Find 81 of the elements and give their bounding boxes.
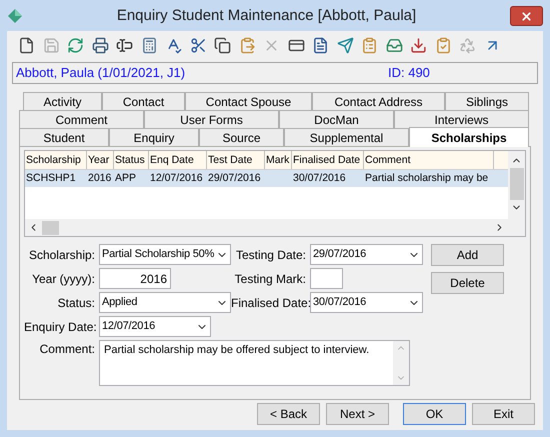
toolbar-button[interactable]	[188, 36, 208, 54]
tab[interactable]: Interviews	[394, 110, 529, 128]
dialog-button[interactable]: Exit	[472, 403, 535, 425]
column-header[interactable]: Status	[114, 151, 149, 169]
column-header[interactable]: Enq Date	[149, 151, 207, 169]
scrollbar-thumb[interactable]	[510, 168, 524, 200]
tab[interactable]: User Forms	[144, 110, 279, 128]
student-id: ID: 490	[388, 64, 430, 82]
tray-icon	[386, 36, 402, 54]
tab[interactable]: Student	[19, 128, 109, 146]
tab[interactable]: DocMan	[279, 110, 394, 128]
save-icon	[42, 36, 60, 54]
download-icon	[410, 36, 427, 54]
send-icon	[336, 36, 354, 54]
student-summary: Abbott, Paula (1/01/2021, J1)	[16, 64, 186, 82]
scrollbar-thumb[interactable]	[42, 220, 59, 234]
column-header[interactable]: Mark	[265, 151, 292, 169]
app-logo-icon	[7, 8, 23, 24]
column-header[interactable]: Year	[87, 151, 114, 169]
dialog-button[interactable]: Add	[431, 244, 504, 266]
field-label: Testing Mark:	[234, 270, 307, 288]
dropdown-field[interactable]: Applied	[99, 292, 231, 313]
tab[interactable]: Scholarships	[409, 127, 529, 147]
tab[interactable]: Activity	[23, 92, 102, 110]
tab[interactable]: Source	[199, 128, 284, 146]
dropdown-field[interactable]: Partial Scholarship 50%	[99, 244, 231, 265]
paste-icon	[238, 36, 256, 54]
file-icon	[18, 36, 35, 54]
dropdown-field[interactable]: 12/07/2016	[99, 316, 211, 337]
field-label: Comment:	[38, 341, 96, 358]
clipboard-check-icon	[434, 36, 452, 54]
tab[interactable]: Contact	[102, 92, 185, 110]
dialog-button[interactable]: < Back	[257, 403, 320, 425]
toolbar-button[interactable]	[409, 36, 428, 54]
table-cell-text: 30/07/2016	[292, 171, 347, 186]
dialog-button[interactable]: OK	[403, 403, 466, 425]
column-header[interactable]: Finalised Date	[292, 151, 364, 169]
document-icon	[312, 36, 329, 54]
column-header[interactable]: Test Date	[207, 151, 265, 169]
copy-icon	[214, 36, 231, 54]
toolbar-button[interactable]	[90, 36, 110, 54]
tab[interactable]: Contact Address	[312, 92, 445, 110]
refresh-icon	[67, 36, 84, 54]
tab[interactable]: Contact Spouse	[185, 92, 312, 110]
scissors-icon	[190, 36, 206, 54]
close-icon	[520, 10, 533, 22]
toolbar-button[interactable]	[311, 36, 330, 54]
text-field-icon	[116, 36, 133, 54]
table-row[interactable]: SCHSHP1 2016 APP 12/07/2016 29/07/2016 30/07/2016 Partial scholarship may be	[25, 170, 508, 187]
calculator-icon	[140, 36, 158, 54]
tab[interactable]: Siblings	[445, 92, 529, 110]
tab[interactable]: Comment	[19, 110, 144, 128]
field-label: Testing Date:	[234, 246, 307, 264]
toolbar-button[interactable]	[17, 36, 36, 54]
table-cell-text: 29/07/2016	[207, 171, 262, 186]
window-title: Enquiry Student Maintenance [Abbott, Paula]	[116, 6, 418, 26]
field-label: Enquiry Date:	[24, 318, 98, 336]
table-cell-text: 12/07/2016	[149, 171, 204, 186]
table-cell-text: APP	[114, 171, 138, 186]
close-button[interactable]	[510, 6, 543, 26]
field-label: Scholarship:	[28, 246, 96, 264]
dialog-button[interactable]: Next >	[326, 403, 389, 425]
column-header[interactable]: Comment	[364, 151, 494, 169]
table-cell-text: 2016	[87, 171, 112, 186]
dropdown-field[interactable]: 29/07/2016	[310, 244, 423, 265]
printer-icon	[92, 36, 108, 54]
field-label: Finalised Date:	[231, 294, 310, 312]
recycle-icon	[459, 36, 476, 54]
year-field[interactable]: 2016	[99, 268, 171, 289]
tab[interactable]: Enquiry	[109, 128, 199, 146]
dialog-button[interactable]: Delete	[431, 272, 504, 294]
testing-mark-field[interactable]	[310, 268, 343, 289]
clipboard-icon	[361, 36, 378, 54]
toolbar-button[interactable]	[213, 36, 232, 54]
tab[interactable]: Supplemental	[284, 128, 409, 146]
table-cell-text: Partial scholarship may be	[364, 171, 490, 186]
column-header[interactable]: Scholarship	[25, 151, 87, 169]
field-label: Status:	[56, 294, 96, 312]
dropdown-field[interactable]: 30/07/2016	[310, 292, 423, 313]
field-label: Year (yyyy):	[31, 270, 96, 288]
table-cell-text: SCHSHP1	[25, 171, 77, 186]
